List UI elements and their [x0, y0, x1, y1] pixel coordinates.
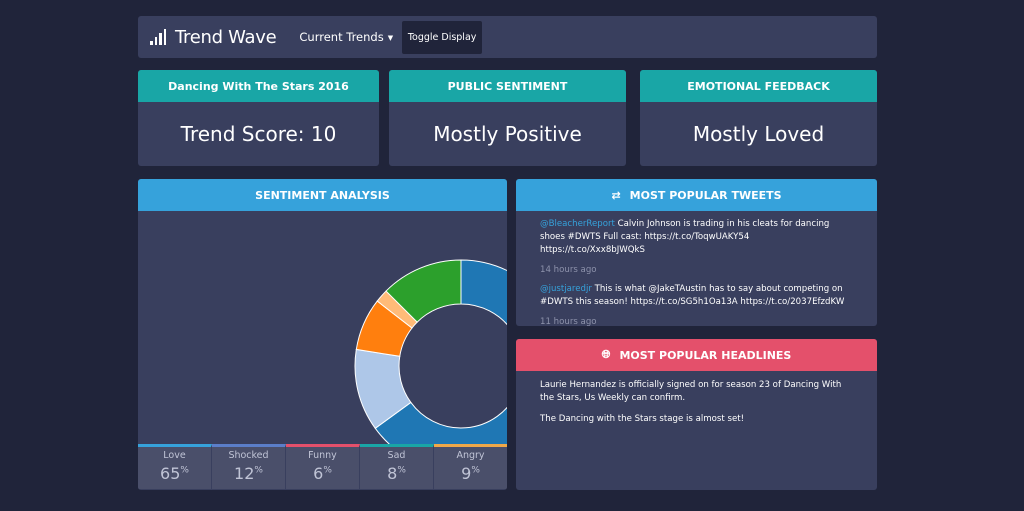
legend-angry-label: Angry	[456, 450, 485, 461]
brand[interactable]: Trend Wave	[150, 26, 277, 48]
trend-score-card: Dancing With The Stars 2016 Trend Score:…	[138, 70, 379, 166]
headline-item[interactable]: Laurie Hernandez is officially signed on…	[540, 379, 853, 405]
legend-sad-unit: %	[397, 465, 406, 476]
legend-funny[interactable]: Funny 6%	[286, 444, 360, 489]
popular-tweets-card: ⇄ MOST POPULAR TWEETS @BleacherReport Ca…	[516, 179, 877, 326]
public-sentiment-value: Mostly Positive	[433, 122, 582, 146]
headline-list: Laurie Hernandez is officially signed on…	[516, 371, 877, 426]
legend-love[interactable]: Love 65%	[138, 444, 212, 489]
brand-name: Trend Wave	[175, 26, 277, 48]
legend-sad-label: Sad	[387, 450, 406, 461]
emotional-feedback-header: EMOTIONAL FEEDBACK	[640, 70, 877, 102]
tweet-item: @justjaredjr This is what @JakeTAustin h…	[540, 283, 853, 326]
popular-headlines-header: 🌐︎ MOST POPULAR HEADLINES	[516, 339, 877, 371]
tweet-list: @BleacherReport Calvin Johnson is tradin…	[516, 211, 877, 326]
tweet-handle[interactable]: @justjaredjr	[540, 284, 592, 294]
tweet-time: 14 hours ago	[540, 265, 597, 275]
current-trends-label: Current Trends	[299, 30, 384, 44]
legend-angry-unit: %	[471, 465, 480, 476]
toggle-display-button[interactable]: Toggle Display	[402, 20, 483, 54]
legend-sad[interactable]: Sad 8%	[360, 444, 434, 489]
legend-funny-value: 6	[313, 464, 324, 483]
emotional-feedback-value: Mostly Loved	[692, 122, 825, 146]
tweet-time: 11 hours ago	[540, 317, 597, 326]
sentiment-analysis-header: SENTIMENT ANALYSIS	[138, 179, 507, 211]
legend-shocked-label: Shocked	[228, 450, 269, 461]
legend-shocked-value: 12	[234, 464, 255, 483]
legend-angry-value: 9	[461, 464, 472, 483]
popular-tweets-title: MOST POPULAR TWEETS	[629, 188, 782, 202]
popular-headlines-card: 🌐︎ MOST POPULAR HEADLINES Laurie Hernand…	[516, 339, 877, 490]
retweet-icon: ⇄	[611, 188, 621, 202]
legend-shocked[interactable]: Shocked 12%	[212, 444, 286, 489]
legend-love-label: Love	[163, 450, 186, 461]
headline-item[interactable]: The Dancing with the Stars stage is almo…	[540, 413, 853, 426]
caret-down-icon: ▼	[387, 34, 394, 42]
sentiment-legend: Love 65% Shocked 12% Funny 6% Sad 8% Ang…	[138, 444, 507, 489]
popular-headlines-title: MOST POPULAR HEADLINES	[619, 348, 792, 362]
sentiment-analysis-card: SENTIMENT ANALYSIS Love 65% Shocked 12% …	[138, 179, 507, 490]
legend-shocked-unit: %	[254, 465, 263, 476]
signal-bars-icon	[150, 29, 166, 45]
public-sentiment-card: PUBLIC SENTIMENT Mostly Positive	[389, 70, 626, 166]
legend-funny-label: Funny	[308, 450, 337, 461]
current-trends-dropdown[interactable]: Current Trends ▼	[299, 30, 393, 44]
trend-name-header: Dancing With The Stars 2016	[138, 70, 379, 102]
legend-funny-unit: %	[323, 465, 332, 476]
navbar: Trend Wave Current Trends ▼ Toggle Displ…	[138, 16, 877, 58]
globe-icon: 🌐︎	[601, 348, 611, 361]
legend-sad-value: 8	[387, 464, 398, 483]
sentiment-chart	[138, 211, 507, 444]
public-sentiment-header: PUBLIC SENTIMENT	[389, 70, 626, 102]
popular-tweets-header: ⇄ MOST POPULAR TWEETS	[516, 179, 877, 211]
legend-love-unit: %	[180, 465, 189, 476]
legend-angry[interactable]: Angry 9%	[434, 444, 507, 489]
tweet-item: @BleacherReport Calvin Johnson is tradin…	[540, 218, 853, 277]
trend-score-value: Trend Score: 10	[180, 122, 337, 146]
legend-love-value: 65	[160, 464, 181, 483]
tweet-handle[interactable]: @BleacherReport	[540, 219, 615, 229]
sentiment-donut-chart	[354, 259, 507, 444]
emotional-feedback-card: EMOTIONAL FEEDBACK Mostly Loved	[640, 70, 877, 166]
